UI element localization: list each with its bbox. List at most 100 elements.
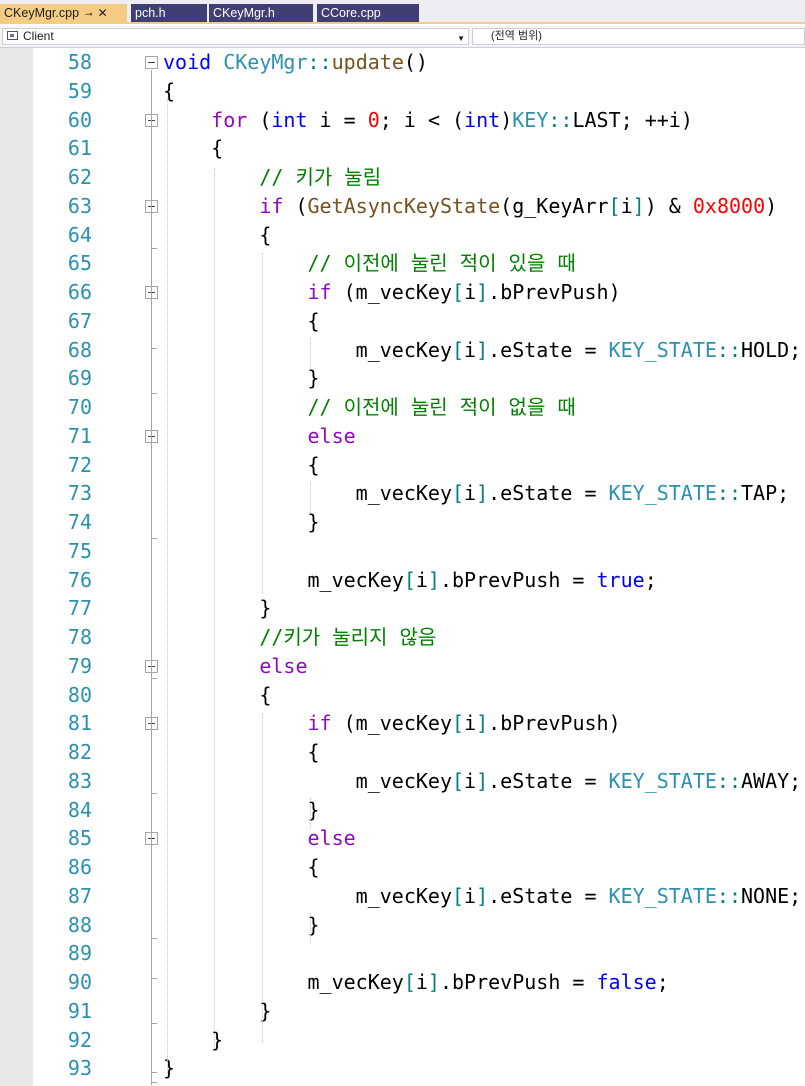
indent-guide	[310, 798, 311, 828]
code-text: {	[163, 307, 319, 336]
outline-end-tick	[151, 978, 157, 979]
close-icon[interactable]: ✕	[98, 6, 108, 20]
code-token: NONE;	[741, 883, 802, 908]
code-token: 0x8000	[692, 193, 766, 218]
code-text: }	[163, 796, 319, 825]
code-line[interactable]: 62 // 키가 눌림	[0, 163, 805, 192]
code-token: }	[163, 912, 320, 937]
code-line[interactable]: 59 {	[0, 77, 805, 106]
tab-ckeymgr-h[interactable]: CKeyMgr.h	[209, 4, 313, 22]
code-text: }	[163, 508, 319, 537]
code-line[interactable]: 66 if (m_vecKey[i].bPrevPush)	[0, 278, 805, 307]
project-dropdown[interactable]: Client ▼	[2, 28, 469, 45]
code-token: .eState =	[488, 337, 609, 362]
indent-guide	[262, 713, 263, 1043]
code-line[interactable]: 83 m_vecKey[i].eState = KEY_STATE::AWAY;	[0, 767, 805, 796]
code-line[interactable]: 60 for (int i = 0; i < (int)KEY::LAST; +…	[0, 106, 805, 135]
chevron-down-icon[interactable]: ▼	[457, 31, 465, 46]
code-line[interactable]: 92 }	[0, 1026, 805, 1055]
code-token: .eState =	[488, 883, 609, 908]
code-editor[interactable]: 58 void CKeyMgr::update() 59{60 for (int i…	[0, 48, 805, 1086]
collapse-icon[interactable]	[145, 56, 158, 69]
code-token: .eState =	[488, 481, 609, 506]
code-line[interactable]: 64 {	[0, 221, 805, 250]
code-line[interactable]: 71 else	[0, 422, 805, 451]
line-number: 84	[67, 797, 92, 822]
code-token: // 이전에 눌린 적이 없을 때	[307, 395, 576, 419]
code-token: m_vecKey	[163, 567, 404, 592]
code-text: }	[163, 997, 271, 1026]
tab-ckeymgr-cpp[interactable]: CKeyMgr.cpp ⊸ ✕	[0, 4, 127, 24]
code-token: {	[163, 78, 176, 103]
code-line[interactable]: 87 m_vecKey[i].eState = KEY_STATE::NONE;	[0, 882, 805, 911]
code-token: CKeyMgr	[223, 50, 308, 74]
line-number: 61	[67, 136, 92, 161]
code-token: [	[403, 567, 416, 592]
tab-ccore-cpp[interactable]: CCore.cpp	[317, 4, 419, 22]
code-text: for (int i = 0; i < (int)KEY::LAST; ++i)	[163, 106, 693, 135]
line-number: 68	[67, 337, 92, 362]
code-token: KEY_STATE	[608, 883, 717, 908]
code-line[interactable]: 63 if (GetAsyncKeyState(g_KeyArr[i]) & 0…	[0, 192, 805, 221]
project-icon	[7, 31, 18, 40]
code-line[interactable]: 79 else	[0, 652, 805, 681]
code-token: LAST; ++i)	[572, 107, 693, 132]
code-token: AWAY;	[741, 768, 802, 793]
code-token: true	[596, 567, 645, 592]
indent-guide	[262, 253, 263, 593]
code-line[interactable]: 61 {	[0, 134, 805, 163]
code-line[interactable]: 81 if (m_vecKey[i].bPrevPush)	[0, 709, 805, 738]
code-token: ]	[632, 193, 645, 218]
code-line[interactable]: 84 }	[0, 796, 805, 825]
code-token: i	[464, 711, 477, 736]
indent-guide	[167, 98, 168, 1073]
code-line[interactable]: 68 m_vecKey[i].eState = KEY_STATE::HOLD;	[0, 336, 805, 365]
code-line[interactable]: 76 m_vecKey[i].bPrevPush = true;	[0, 566, 805, 595]
code-token: i	[464, 481, 477, 506]
code-line[interactable]: 74 }	[0, 508, 805, 537]
code-line[interactable]: 86 {	[0, 853, 805, 882]
code-line[interactable]: 65 // 이전에 눌린 적이 있을 때	[0, 249, 805, 278]
code-line[interactable]: 69 }	[0, 364, 805, 393]
code-line[interactable]: 90 m_vecKey[i].bPrevPush = false;	[0, 968, 805, 997]
code-line[interactable]: 80 {	[0, 681, 805, 710]
code-token: (m_vecKey	[331, 280, 453, 304]
line-number: 64	[67, 222, 92, 247]
code-line[interactable]: 70 // 이전에 눌린 적이 없을 때	[0, 393, 805, 422]
line-number: 65	[67, 251, 92, 276]
code-line[interactable]: 89	[0, 939, 805, 968]
code-line[interactable]: 93}	[0, 1054, 805, 1083]
code-token: m_vecKey	[163, 883, 452, 908]
code-line[interactable]: 58 void CKeyMgr::update()	[0, 48, 805, 77]
code-token: ; i < (	[379, 107, 465, 132]
line-number: 73	[67, 481, 92, 506]
code-token: i	[415, 970, 428, 994]
tab-pch-h[interactable]: pch.h	[131, 4, 207, 22]
code-token: for	[211, 107, 248, 132]
line-number: 62	[67, 165, 92, 189]
code-line[interactable]: 91 }	[0, 997, 805, 1026]
pin-icon[interactable]: ⊸	[85, 9, 93, 19]
code-line[interactable]: 72 {	[0, 451, 805, 480]
code-token: (m_vecKey	[331, 711, 453, 736]
line-number: 85	[67, 826, 92, 851]
code-line[interactable]: 78 //키가 눌리지 않음	[0, 623, 805, 652]
scope-dropdown[interactable]: (전역 범위)	[472, 28, 805, 45]
code-token: ) &	[644, 193, 693, 218]
code-line[interactable]: 75	[0, 537, 805, 566]
code-token: i	[620, 193, 633, 218]
code-token: [	[403, 970, 416, 994]
code-line[interactable]: 88 }	[0, 911, 805, 940]
code-line[interactable]: 77 }	[0, 594, 805, 623]
line-number: 74	[67, 510, 92, 534]
outline-end-tick	[151, 393, 157, 394]
code-text: else	[163, 422, 356, 451]
code-token: ;	[656, 970, 669, 994]
code-line[interactable]: 67 {	[0, 307, 805, 336]
code-line[interactable]: 82 {	[0, 738, 805, 767]
code-line[interactable]: 73 m_vecKey[i].eState = KEY_STATE::TAP;	[0, 479, 805, 508]
code-line[interactable]: 85 else	[0, 824, 805, 853]
